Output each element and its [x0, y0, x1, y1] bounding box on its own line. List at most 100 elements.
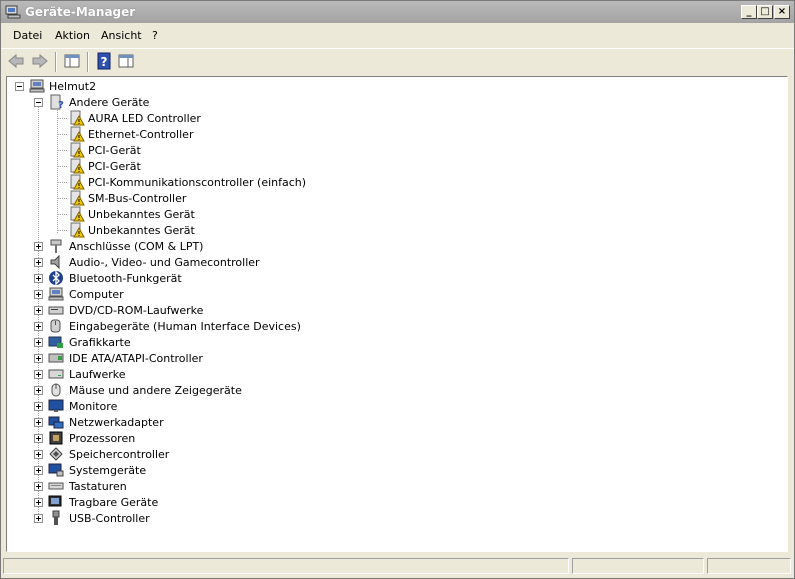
tree-line	[57, 230, 67, 231]
forward-arrow-icon[interactable]	[31, 52, 49, 70]
root-label: Helmut2	[49, 80, 97, 93]
close-button[interactable]: ×	[774, 5, 790, 19]
category-label: Speichercontroller	[69, 448, 170, 461]
toolbar-separator	[87, 52, 89, 72]
storage-controller-icon	[49, 447, 63, 461]
device-manager-icon	[5, 5, 21, 19]
computer-icon	[48, 287, 64, 301]
expand-toggle[interactable]	[34, 450, 43, 459]
category-label: Eingabegeräte (Human Interface Devices)	[69, 320, 301, 333]
menu-bar: Datei Aktion Ansicht ?	[1, 25, 794, 47]
tree-line	[57, 134, 67, 135]
unknown-device-icon: ?	[50, 94, 64, 110]
category-label: Monitore	[69, 400, 118, 413]
expand-toggle[interactable]	[34, 338, 43, 347]
category-label: Prozessoren	[69, 432, 136, 445]
warning-icon	[70, 110, 85, 126]
expand-toggle[interactable]	[34, 402, 43, 411]
bluetooth-icon	[49, 270, 63, 286]
category-label: Computer	[69, 288, 124, 301]
tree-line	[57, 166, 67, 167]
device-label: Ethernet-Controller	[88, 128, 194, 141]
properties-view-icon[interactable]	[117, 52, 135, 70]
category-label: Laufwerke	[69, 368, 126, 381]
category-label: Netzwerkadapter	[69, 416, 164, 429]
help-icon[interactable]: ?	[95, 52, 113, 70]
title-bar[interactable]: Geräte-Manager _ □ ×	[1, 1, 794, 23]
menu-datei[interactable]: Datei	[13, 29, 42, 42]
expand-toggle[interactable]	[34, 258, 43, 267]
tree-line	[57, 150, 67, 151]
device-label: AURA LED Controller	[88, 112, 201, 125]
tree-line	[57, 198, 67, 199]
category-label: Audio-, Video- und Gamecontroller	[69, 256, 260, 269]
svg-text:?: ?	[58, 100, 64, 110]
category-label: USB-Controller	[69, 512, 150, 525]
expand-toggle[interactable]	[34, 322, 43, 331]
status-bar	[1, 556, 794, 576]
toolbar-separator	[55, 52, 57, 72]
speaker-icon	[50, 254, 60, 270]
device-label: Unbekanntes Gerät	[88, 208, 195, 221]
tree-line	[57, 214, 67, 215]
menu-aktion[interactable]: Aktion	[55, 29, 90, 42]
maximize-button[interactable]: □	[757, 5, 773, 19]
usb-icon	[52, 510, 60, 525]
expand-toggle[interactable]	[34, 290, 43, 299]
disk-drive-icon	[48, 369, 64, 379]
warning-icon	[70, 158, 85, 174]
collapse-toggle[interactable]	[15, 82, 24, 91]
device-manager-window: Geräte-Manager _ □ × Datei Aktion Ansich…	[0, 0, 795, 579]
back-arrow-icon[interactable]	[7, 52, 25, 70]
warning-icon	[70, 174, 85, 190]
expand-toggle[interactable]	[34, 434, 43, 443]
device-label: PCI-Gerät	[88, 160, 141, 173]
category-label: IDE ATA/ATAPI-Controller	[69, 352, 203, 365]
expand-toggle[interactable]	[34, 466, 43, 475]
mouse-icon	[51, 383, 61, 397]
collapse-toggle[interactable]	[34, 98, 43, 107]
monitor-icon	[48, 399, 64, 412]
category-label: Systemgeräte	[69, 464, 147, 477]
warning-icon	[70, 190, 85, 206]
expand-toggle[interactable]	[34, 514, 43, 523]
expand-toggle[interactable]	[34, 418, 43, 427]
expand-toggle[interactable]	[34, 482, 43, 491]
expand-toggle[interactable]	[34, 354, 43, 363]
device-label: PCI-Kommunikationscontroller (einfach)	[88, 176, 307, 189]
show-hide-console-tree-icon[interactable]	[63, 52, 81, 70]
device-label: SM-Bus-Controller	[88, 192, 187, 205]
category-label: Tragbare Geräte	[69, 496, 159, 509]
warning-icon	[70, 126, 85, 142]
warning-icon	[70, 222, 85, 238]
status-panel-2	[572, 558, 704, 574]
menu-ansicht[interactable]: Ansicht	[101, 29, 142, 42]
minimize-button[interactable]: _	[741, 5, 757, 19]
category-label: Mäuse und andere Zeigegeräte	[69, 384, 242, 397]
window-title: Geräte-Manager	[25, 5, 136, 19]
expand-toggle[interactable]	[34, 498, 43, 507]
warning-icon	[70, 206, 85, 222]
network-adapter-icon	[48, 416, 64, 429]
system-device-icon	[48, 463, 64, 477]
category-label: DVD/CD-ROM-Laufwerke	[69, 304, 204, 317]
toolbar: ?	[1, 48, 794, 75]
processor-icon	[49, 431, 63, 445]
hid-icon	[50, 319, 61, 333]
category-label: Grafikkarte	[69, 336, 131, 349]
device-tree[interactable]: Helmut2 ? Andere Geräte AURA LED Control…	[6, 76, 788, 552]
expand-toggle[interactable]	[34, 242, 43, 251]
warning-icon	[70, 142, 85, 158]
expand-toggle[interactable]	[34, 386, 43, 395]
expand-toggle[interactable]	[34, 306, 43, 315]
category-label: Tastaturen	[69, 480, 127, 493]
device-label: Unbekanntes Gerät	[88, 224, 195, 237]
device-label: PCI-Gerät	[88, 144, 141, 157]
computer-icon	[29, 79, 45, 93]
expand-toggle[interactable]	[34, 370, 43, 379]
expand-toggle[interactable]	[34, 274, 43, 283]
category-label: Bluetooth-Funkgerät	[69, 272, 182, 285]
tree-line	[57, 182, 67, 183]
display-adapter-icon	[48, 336, 63, 348]
menu-help[interactable]: ?	[152, 29, 158, 42]
